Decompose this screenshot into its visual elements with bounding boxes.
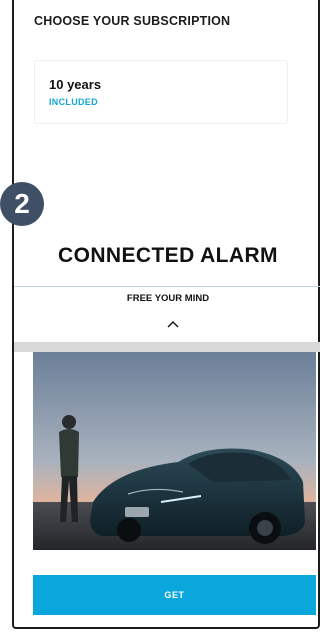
plan-status: INCLUDED [49,97,98,107]
plan-duration: 10 years [49,77,102,92]
chevron-up-icon[interactable] [166,316,180,328]
section-divider [14,286,320,287]
image-top-bar [14,342,320,352]
subscription-title: CHOOSE YOUR SUBSCRIPTION [34,14,231,28]
subscription-plan-card[interactable]: 10 years INCLUDED [34,60,288,124]
step-number-badge: 2 [0,182,44,226]
get-button[interactable]: GET [33,575,316,615]
car-hero-image [33,352,316,550]
product-title: CONNECTED ALARM [58,244,278,267]
product-subtitle: FREE YOUR MIND [126,293,210,304]
